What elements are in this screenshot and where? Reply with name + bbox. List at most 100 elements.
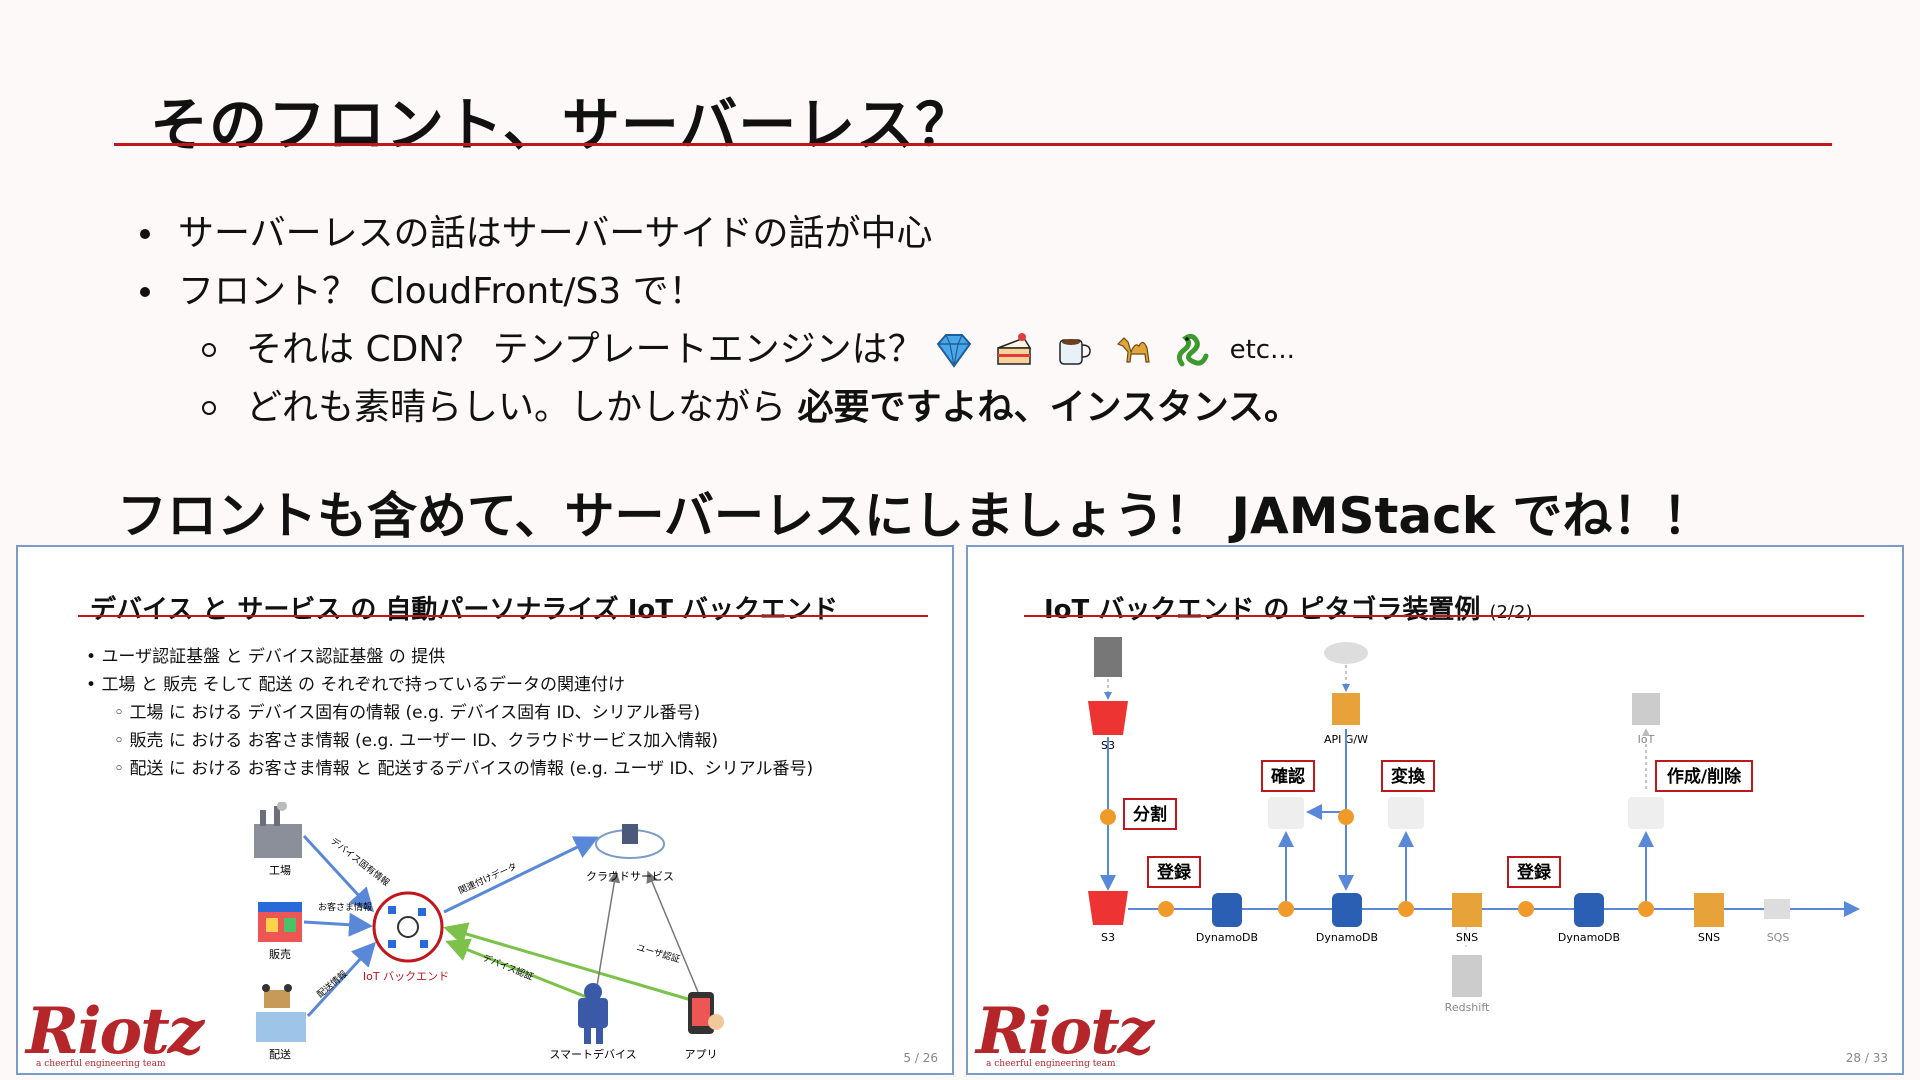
sub-bullet-ring — [202, 343, 216, 357]
api-gateway-icon — [1332, 693, 1360, 725]
app-label: アプリ — [685, 1048, 718, 1061]
left-sub-bullet: ◦ 配送 に おける お客さま情報 と 配送するデバイスの情報 (e.g. ユー… — [114, 759, 814, 779]
sqs-label: SQS — [1767, 931, 1790, 944]
lambda-icon — [1100, 809, 1116, 825]
sns-label: SNS — [1698, 931, 1720, 944]
iot-backend-label: IoT バックエンド — [363, 970, 449, 983]
smart-device-label: スマートデバイス — [549, 1047, 636, 1061]
delivery-icon — [256, 984, 306, 1042]
cloud-icon — [1324, 642, 1368, 664]
bullet-item: フロント？ CloudFront/S3 で！ — [140, 263, 1300, 321]
factory-label: 工場 — [269, 864, 291, 877]
sub-bullet-bold-text: 必要ですよね、インスタンス。 — [797, 387, 1301, 428]
sns-icon — [1452, 893, 1482, 927]
bullet-text: サーバーレスの話はサーバーサイドの話が中心 — [178, 213, 933, 254]
left-bullet: • 工場 と 販売 そして 配送 の それぞれで持っているデータの関連付け — [86, 675, 625, 695]
dynamodb-label: DynamoDB — [1196, 931, 1258, 944]
sns-icon — [1694, 893, 1724, 927]
etc-text: etc... — [1229, 335, 1295, 365]
sub-bullet-item: それは CDN？ テンプレートエンジンは？ etc... — [140, 321, 1300, 379]
sub-bullet-ring — [202, 401, 216, 415]
dynamodb-label: DynamoDB — [1316, 931, 1378, 944]
dynamodb-label: DynamoDB — [1558, 931, 1620, 944]
svg-text:登録: 登録 — [1516, 862, 1552, 883]
right-panel-title-rule — [1024, 615, 1864, 617]
page-number: 5 / 26 — [903, 1051, 938, 1065]
sub-bullet-text: どれも素晴らしい。しかしながら — [246, 387, 787, 428]
lambda-icon — [1338, 809, 1354, 825]
smartphone-icon — [688, 992, 724, 1034]
bullet-item: サーバーレスの話はサーバーサイドの話が中心 — [140, 205, 1300, 263]
store-icon — [258, 902, 302, 942]
cake-icon — [996, 333, 1031, 365]
edge-label: デバイス認証 — [481, 952, 535, 983]
lambda-icon — [1398, 901, 1414, 917]
s3-icon — [1088, 701, 1128, 735]
sqs-icon — [1764, 899, 1790, 919]
lambda-aws-icon — [1268, 797, 1304, 829]
right-panel-title: IoT バックエンド の ピタゴラ装置例 (2/2) — [1044, 595, 1533, 625]
lambda-icon — [1158, 901, 1174, 917]
cloud-icon — [595, 824, 665, 859]
headline: フロントも含めて、サーバーレスにしましょう！ JAMStack でね！！ — [117, 487, 1713, 545]
svg-text:作成/削除: 作成/削除 — [1667, 766, 1742, 787]
dynamodb-icon — [1332, 893, 1362, 927]
bullet-dot — [140, 229, 150, 239]
robot-icon — [578, 983, 608, 1044]
sub-bullet-item: どれも素晴らしい。しかしながら 必要ですよね、インスタンス。 — [140, 379, 1300, 437]
sns-label: SNS — [1456, 931, 1478, 944]
redshift-icon — [1452, 955, 1482, 997]
callout-register: 登録 — [1147, 856, 1201, 888]
bullet-dot — [140, 287, 150, 297]
title-underline — [114, 143, 1832, 146]
edge-label: お客さま情報 — [318, 901, 372, 913]
left-bullet: • ユーザ認証基盤 と デバイス認証基盤 の 提供 — [86, 647, 446, 667]
callout-create-delete: 作成/削除 — [1655, 760, 1753, 792]
callout-convert: 変換 — [1381, 760, 1435, 792]
snake-icon — [1176, 333, 1209, 367]
callout-register: 登録 — [1507, 856, 1561, 888]
gem-icon — [936, 334, 971, 368]
page-number: 28 / 33 — [1845, 1051, 1888, 1065]
bullet-text: フロント？ CloudFront/S3 で！ — [178, 271, 705, 312]
left-sub-bullet: ◦ 工場 に おける デバイス固有の情報 (e.g. デバイス固有 ID、シリア… — [114, 703, 701, 723]
coffee-icon — [1058, 339, 1091, 365]
lambda-icon — [1638, 901, 1654, 917]
delivery-label: 配送 — [269, 1047, 291, 1061]
svg-text:確認: 確認 — [1271, 766, 1305, 787]
slide-title: そのフロント、サーバーレス？ — [150, 91, 975, 159]
left-iot-diagram: 工場 販売 配送 IoT バックエンド デバイス固有情報 お客さま情報 配送情報… — [254, 802, 724, 1061]
lambda-icon — [1518, 901, 1534, 917]
sales-label: 販売 — [269, 948, 291, 961]
edge-label: ユーザ認証 — [635, 941, 681, 965]
riotz-logo: Riotz a cheerful engineering team — [976, 994, 1154, 1069]
left-panel-list: • ユーザ認証基盤 と デバイス認証基盤 の 提供 • 工場 と 販売 そして … — [86, 643, 813, 783]
edge-label: デバイス固有情報 — [328, 835, 392, 889]
dynamodb-icon — [1574, 893, 1604, 927]
left-panel-title: デバイス と サービス の 自動パーソナライズ IoT バックエンド — [90, 595, 839, 625]
cloud-label: クラウドサービス — [586, 870, 674, 883]
right-slide-thumbnail: IoT バックエンド の ピタゴラ装置例 (2/2) S3 API G/W Io… — [966, 545, 1904, 1075]
callout-confirm: 確認 — [1261, 760, 1315, 792]
lambda-aws-icon — [1628, 797, 1664, 829]
s3-icon — [1088, 891, 1128, 925]
dynamodb-icon — [1212, 893, 1242, 927]
left-panel-title-rule — [78, 615, 928, 617]
edge-label: 配送情報 — [314, 968, 349, 1000]
svg-text:分割: 分割 — [1133, 804, 1167, 825]
callout-split: 分割 — [1123, 798, 1177, 830]
svg-text:登録: 登録 — [1156, 862, 1192, 883]
sub-bullet-text: それは CDN？ テンプレートエンジンは？ — [246, 329, 924, 370]
left-slide-thumbnail: デバイス と サービス の 自動パーソナライズ IoT バックエンド • ユーザ… — [16, 545, 954, 1075]
server-icon — [1094, 637, 1122, 677]
factory-icon — [254, 802, 302, 858]
iot-icon — [1632, 693, 1660, 725]
lambda-icon — [1278, 901, 1294, 917]
iot-backend-icon — [372, 891, 444, 963]
s3-label: S3 — [1101, 931, 1115, 944]
left-sub-bullet: ◦ 販売 に おける お客さま情報 (e.g. ユーザー ID、クラウドサービス… — [114, 731, 718, 751]
bullet-list: サーバーレスの話はサーバーサイドの話が中心 フロント？ CloudFront/S… — [140, 205, 1300, 437]
redshift-label: Redshift — [1445, 1001, 1490, 1014]
lambda-aws-icon — [1388, 797, 1424, 829]
riotz-logo: Riotz a cheerful engineering team — [26, 994, 204, 1069]
